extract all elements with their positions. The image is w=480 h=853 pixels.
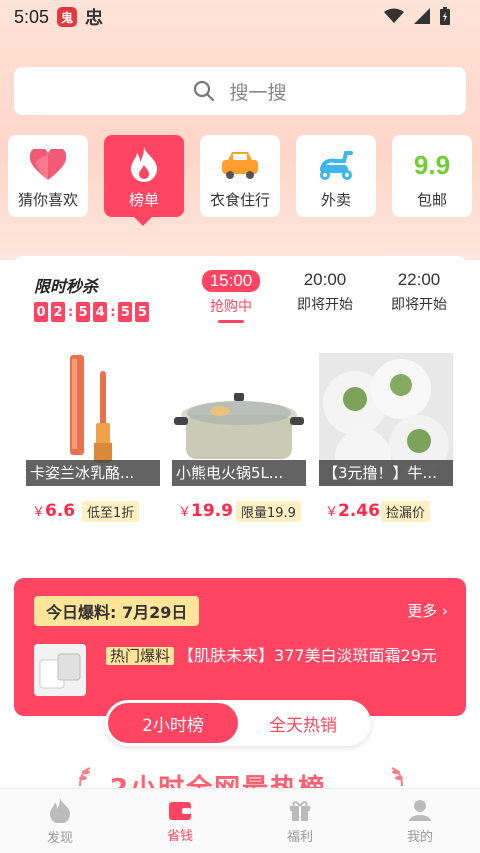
category-guess-you-like[interactable]: 猜你喜欢	[8, 135, 88, 217]
battery-icon	[440, 7, 450, 25]
slot-time: 22:00	[397, 270, 441, 289]
product-card[interactable]: 卡姿兰冰乳酪... ￥6.6 低至1折	[26, 353, 160, 535]
category-label: 衣食住行	[209, 191, 270, 209]
active-slot-underline	[218, 320, 244, 323]
product-card[interactable]: 【3元撸！】牛... ￥2.46 捡漏价	[319, 353, 453, 535]
search-icon	[194, 80, 215, 102]
category-rankings[interactable]: 榜单	[104, 135, 184, 217]
flash-sale-title: 限时秒杀	[34, 277, 99, 296]
status-bar: 5:05 鬼 忠	[0, 0, 480, 34]
category-row: 猜你喜欢 榜单 衣食住行 外卖 9.9 包邮	[8, 135, 472, 217]
user-icon	[409, 799, 431, 821]
hot-deal-date: 今日爆料: 7月29日	[34, 596, 200, 626]
tab-profile[interactable]: 我的	[360, 789, 480, 853]
flame-outline-icon	[50, 797, 70, 823]
countdown-digit: 4	[93, 302, 108, 322]
ranking-toggle: 2小时榜 全天热销	[105, 700, 371, 746]
category-takeaway[interactable]: 外卖	[296, 135, 376, 217]
slot-time: 20:00	[303, 270, 347, 289]
product-tag: 捡漏价	[381, 501, 431, 522]
hot-deal-thumbnail	[34, 644, 86, 696]
header-background	[0, 0, 480, 260]
slot-status: 抢购中	[210, 299, 252, 315]
countdown-digit: 0	[34, 302, 48, 322]
product-name: 小熊电火锅5L...	[172, 460, 306, 486]
more-link[interactable]: 更多 ›	[407, 600, 448, 621]
product-price: ￥2.46	[325, 501, 380, 521]
search-bar[interactable]: 搜一搜	[14, 67, 466, 115]
category-daily-life[interactable]: 衣食住行	[200, 135, 280, 217]
flash-sale-card: 限时秒杀 0 2 : 5 4 : 5 5 15:00 抢购中 20:00 即将开…	[14, 256, 466, 541]
countdown-digit: 5	[135, 302, 150, 322]
heart-icon	[30, 149, 66, 180]
category-label: 外卖	[320, 191, 351, 209]
wallet-icon	[169, 801, 191, 820]
product-price: ￥19.9	[178, 501, 233, 521]
signal-icon	[414, 8, 430, 24]
chevron-right-icon: ›	[437, 602, 448, 620]
category-label: 猜你喜欢	[17, 191, 78, 209]
category-label: 榜单	[128, 191, 159, 209]
laurel-right-icon	[391, 767, 403, 787]
countdown-digit: 5	[76, 302, 91, 322]
bottom-tab-bar: 发现 省钱 福利 我的	[0, 788, 480, 853]
hot-deal-card[interactable]: 今日爆料: 7月29日 更多 › 热门爆料 【肌肤未来】377美白淡斑面霜29元	[14, 578, 466, 716]
countdown-timer: 0 2 : 5 4 : 5 5	[34, 302, 150, 322]
wifi-icon	[384, 8, 404, 23]
countdown-digit: 2	[51, 302, 65, 322]
active-category-pointer	[134, 217, 152, 226]
laurel-left-icon	[79, 767, 91, 787]
product-price: ￥6.6	[32, 501, 76, 521]
countdown-digit: 5	[118, 302, 133, 322]
product-tag: 限量19.9	[236, 501, 301, 522]
flame-icon	[131, 147, 157, 182]
status-icons	[384, 7, 450, 25]
time-slot-active[interactable]: 15:00 抢购中	[191, 270, 271, 316]
toggle-all-day[interactable]: 全天热销	[238, 703, 368, 743]
category-label: 包邮	[416, 191, 447, 209]
product-name: 卡姿兰冰乳酪...	[26, 460, 160, 486]
ranking-heading-text: 2小时全网最热榜	[110, 768, 326, 788]
hot-deal-text: 热门爆料 【肌肤未来】377美白淡斑面霜29元	[106, 642, 446, 670]
notification-badge: 鬼	[57, 7, 78, 27]
slot-status: 即将开始	[391, 297, 447, 313]
product-tag: 低至1折	[82, 501, 140, 522]
car-icon	[222, 152, 258, 179]
product-name: 【3元撸！】牛...	[319, 460, 453, 486]
status-time: 5:05	[14, 6, 50, 27]
slot-time: 15:00	[201, 270, 261, 292]
time-slot[interactable]: 20:00 即将开始	[285, 270, 365, 314]
time-slot[interactable]: 22:00 即将开始	[379, 270, 459, 314]
slot-status: 即将开始	[297, 297, 353, 313]
notification-app-icon: 忠	[85, 8, 104, 29]
ranking-heading: 2小时全网最热榜	[0, 760, 480, 788]
toggle-2h-ranking[interactable]: 2小时榜	[108, 703, 238, 743]
tab-discover[interactable]: 发现	[0, 789, 120, 853]
category-free-shipping[interactable]: 9.9 包邮	[392, 135, 472, 217]
tab-benefits[interactable]: 福利	[240, 789, 360, 853]
tab-save-money[interactable]: 省钱	[120, 789, 240, 853]
scooter-icon	[320, 151, 353, 180]
nine-nine-icon: 9.9	[413, 149, 451, 180]
search-placeholder: 搜一搜	[229, 81, 287, 104]
hot-deal-label: 热门爆料	[106, 647, 175, 665]
product-card[interactable]: 小熊电火锅5L... ￥19.9 限量19.9	[172, 353, 306, 535]
gift-icon	[290, 800, 310, 821]
